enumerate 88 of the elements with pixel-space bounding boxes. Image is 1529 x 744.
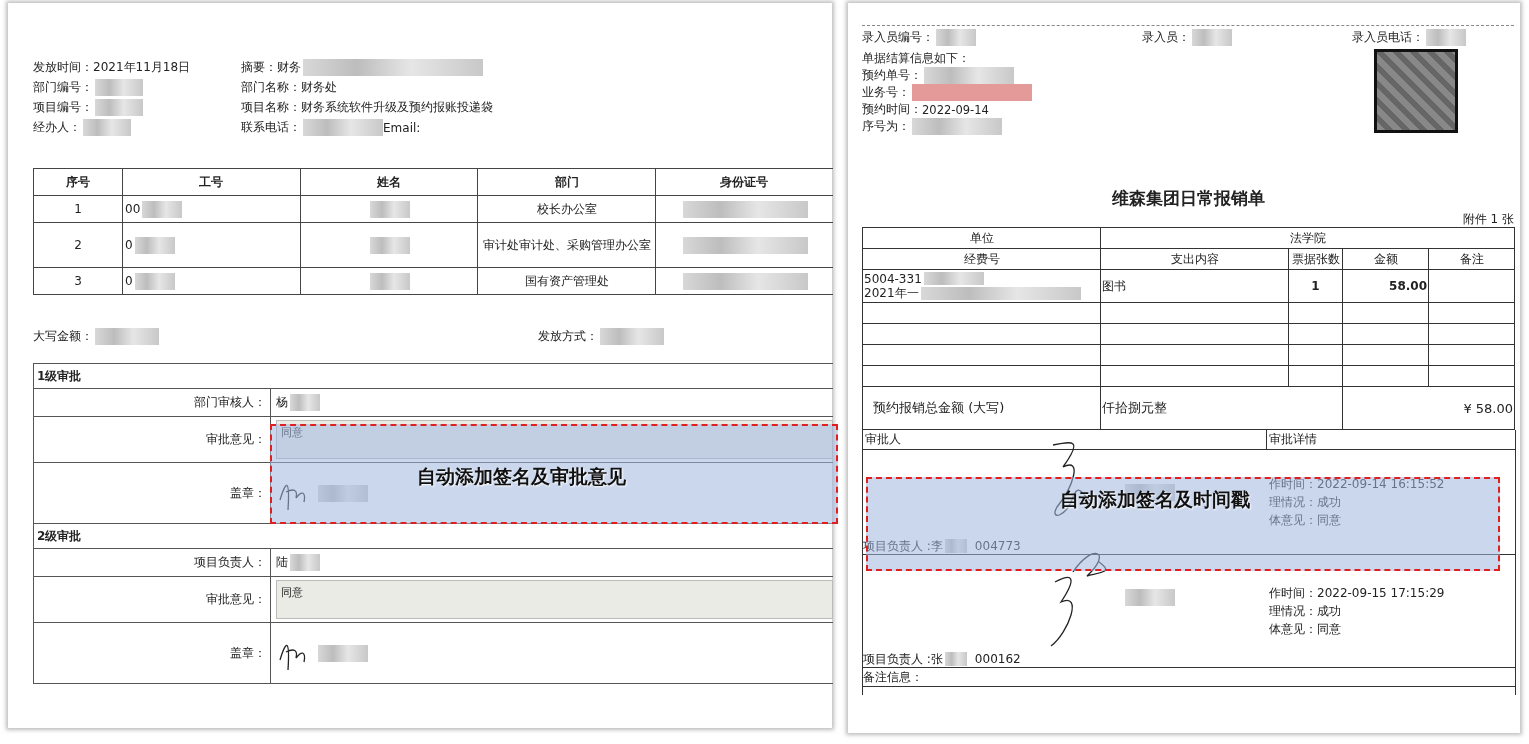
field-value: 2021年11月18日 bbox=[93, 59, 191, 76]
column-header: 姓名 bbox=[300, 168, 478, 196]
column-header: 票据张数 bbox=[1288, 248, 1343, 270]
field-label: 发放方式： bbox=[538, 328, 598, 345]
field-label: 经办人： bbox=[33, 119, 81, 136]
field-label: 联系电话： bbox=[241, 119, 301, 136]
section-title: 2级审批 bbox=[34, 524, 833, 549]
field-label: 部门名称： bbox=[241, 79, 301, 96]
column-header: 经费号 bbox=[862, 248, 1101, 270]
field-label: 预约时间： bbox=[862, 102, 922, 117]
field-value: 2022-09-14 bbox=[922, 102, 989, 117]
detail-line: 理情况：成功 bbox=[1269, 494, 1342, 511]
signer-code: 004773 bbox=[974, 539, 1021, 553]
table-cell: 1 bbox=[74, 202, 82, 216]
section-title: 1级审批 bbox=[34, 364, 833, 389]
field-label: 部门审核人： bbox=[194, 394, 266, 411]
table-cell: 0 bbox=[125, 273, 133, 288]
column-header: 支出内容 bbox=[1100, 248, 1289, 270]
section-title: 单据结算信息如下： bbox=[862, 50, 971, 67]
table-cell: 校长办公室 bbox=[536, 201, 597, 216]
column-header: 部门 bbox=[477, 168, 656, 196]
column-header: 备注 bbox=[1428, 248, 1515, 270]
blurred-block bbox=[944, 652, 967, 666]
detail-line: 理情况：成功 bbox=[1269, 603, 1342, 620]
table-cell: 预约报销总金额 (大写) bbox=[862, 386, 1101, 430]
detail-line: 体意见：同意 bbox=[1269, 621, 1342, 638]
field-value: 财务处 bbox=[301, 79, 337, 96]
table-cell: 2 bbox=[74, 238, 82, 252]
signature-drawing bbox=[279, 644, 306, 671]
blurred-block bbox=[944, 539, 967, 553]
field-label: 审批意见： bbox=[206, 591, 266, 608]
field-label: 备注信息： bbox=[863, 668, 1515, 687]
field-value: 杨 bbox=[276, 394, 288, 411]
opinion-field: 同意 bbox=[276, 420, 833, 459]
field-label: 业务号： bbox=[862, 85, 910, 100]
detail-line: 体意见：同意 bbox=[1269, 512, 1342, 529]
table-cell: 单位 bbox=[862, 227, 1101, 249]
table-cell: 0 bbox=[125, 237, 133, 252]
table-cell: 00 bbox=[125, 201, 141, 216]
column-header: 序号 bbox=[33, 168, 123, 196]
field-value: 财务 bbox=[277, 59, 301, 76]
opinion-field: 同意 bbox=[276, 580, 833, 619]
field-label: 录入员： bbox=[1142, 29, 1190, 46]
signer-name: 项目负责人 :张 bbox=[863, 650, 943, 668]
column-header: 金额 bbox=[1342, 248, 1429, 270]
field-label: 预约单号： bbox=[862, 68, 922, 83]
field-label: 大写金额： bbox=[33, 328, 93, 345]
table-cell: 2021年一 bbox=[864, 285, 919, 302]
field-label: 录入员编号： bbox=[862, 29, 934, 46]
field-label: 审批意见： bbox=[206, 431, 266, 448]
detail-line: 作时间：2022-09-14 16:15:52 bbox=[1269, 476, 1446, 493]
table-cell: 法学院 bbox=[1100, 227, 1515, 249]
table-cell: 1 bbox=[1288, 269, 1343, 303]
signer-name: 项目负责人 :李 bbox=[863, 537, 943, 555]
field-label: Email: bbox=[383, 120, 421, 135]
field-label: 发放时间： bbox=[33, 59, 93, 76]
table-cell: 58.00 bbox=[1342, 269, 1429, 303]
table-cell: 5004-331 bbox=[864, 271, 922, 286]
field-label: 盖章： bbox=[230, 644, 266, 662]
qr-code-icon bbox=[1374, 49, 1458, 133]
column-header: 工号 bbox=[122, 168, 301, 196]
attachment-count: 附件 1 张 bbox=[1461, 211, 1514, 227]
column-header: 审批详情 bbox=[1268, 431, 1318, 448]
field-label: 项目负责人： bbox=[194, 554, 266, 571]
blurred-block bbox=[1125, 588, 1175, 606]
document-title: 维森集团日常报销单 bbox=[1110, 187, 1266, 210]
field-label: 部门编号： bbox=[33, 79, 93, 96]
table-cell: 审计处审计处、采购管理办公室 bbox=[482, 237, 651, 252]
table-cell: 图书 bbox=[1100, 269, 1289, 303]
column-header: 审批人 bbox=[863, 430, 1267, 449]
field-value: 陆 bbox=[276, 554, 288, 571]
table-cell: ¥ 58.00 bbox=[1342, 386, 1515, 430]
field-label: 项目编号： bbox=[33, 99, 93, 116]
field-value: 财务系统软件升级及预约报账投递袋 bbox=[301, 99, 493, 116]
table-cell: 国有资产管理处 bbox=[524, 273, 609, 288]
field-label: 项目名称： bbox=[241, 99, 301, 116]
field-label: 序号为： bbox=[862, 119, 910, 134]
signature-drawing bbox=[279, 484, 306, 511]
blurred-block bbox=[318, 644, 368, 662]
signer-code: 000162 bbox=[974, 652, 1021, 666]
table-cell: 3 bbox=[74, 274, 82, 288]
blurred-block bbox=[318, 484, 368, 502]
field-label: 盖章： bbox=[230, 484, 266, 502]
detail-line: 作时间：2022-09-15 17:15:29 bbox=[1269, 585, 1446, 602]
field-label: 录入员电话： bbox=[1352, 29, 1424, 46]
table-cell: 仟拾捌元整 bbox=[1100, 386, 1343, 430]
column-header: 身份证号 bbox=[655, 168, 833, 196]
field-label: 摘要： bbox=[241, 59, 277, 76]
